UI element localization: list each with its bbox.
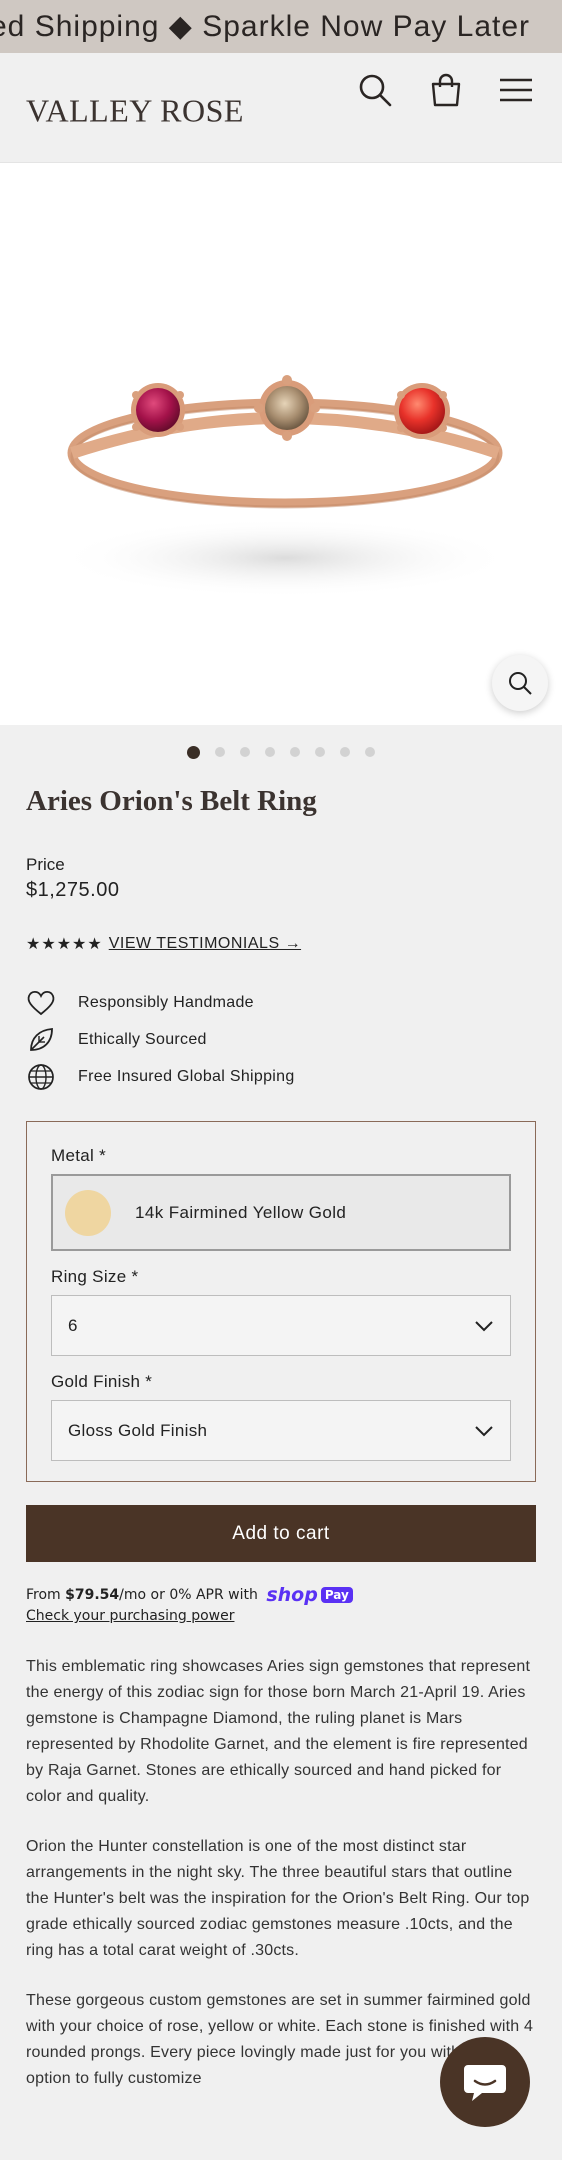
check-purchasing-power-link[interactable]: Check your purchasing power	[26, 1608, 536, 1624]
globe-icon	[26, 1062, 56, 1092]
announcement-text: ed Shipping ◆ Sparkle Now Pay Later	[0, 10, 531, 43]
logo[interactable]: VALLEY ROSE	[26, 93, 244, 130]
metal-value: 14k Fairmined Yellow Gold	[135, 1202, 347, 1222]
feature-label: Free Insured Global Shipping	[78, 1067, 295, 1085]
product-title: Aries Orion's Belt Ring	[26, 785, 317, 817]
chat-button[interactable]	[440, 2037, 530, 2127]
chat-icon	[464, 2065, 506, 2101]
gallery-dot[interactable]	[215, 747, 225, 757]
gold-finish-label: Gold Finish *	[51, 1372, 153, 1391]
shoppay-amount: $79.54	[65, 1587, 120, 1603]
search-icon[interactable]	[357, 72, 393, 108]
leaf-icon	[26, 1025, 56, 1055]
metal-selector[interactable]: 14k Fairmined Yellow Gold	[51, 1174, 511, 1251]
feature-item: Free Insured Global Shipping	[26, 1058, 536, 1095]
feature-label: Responsibly Handmade	[78, 993, 254, 1011]
ring-size-label: Ring Size *	[51, 1267, 139, 1286]
shoppay-suffix: /mo or 0% APR with	[119, 1587, 258, 1603]
product-options: Metal * 14k Fairmined Yellow Gold Ring S…	[26, 1121, 536, 1482]
shoppay-installments: From $79.54/mo or 0% APR with shop Pay	[26, 1584, 536, 1606]
shoppay-brand: shop	[266, 1584, 318, 1606]
product-price: $1,275.00	[26, 879, 120, 901]
ring-size-select[interactable]: 6	[51, 1295, 511, 1356]
shoppay-prefix: From	[26, 1587, 66, 1603]
gallery-pagination	[0, 725, 562, 779]
testimonials-link[interactable]: VIEW TESTIMONIALS →	[109, 935, 301, 953]
star-rating: ★★★★★	[26, 936, 103, 953]
price-label: Price	[26, 855, 65, 874]
site-header: VALLEY ROSE	[0, 53, 562, 163]
description-paragraph: This emblematic ring showcases Aries sig…	[26, 1658, 531, 1805]
gallery-dot[interactable]	[315, 747, 325, 757]
cart-icon[interactable]	[428, 72, 464, 108]
ring-size-value: 6	[68, 1315, 78, 1335]
magnifier-icon	[509, 672, 532, 695]
metal-swatch	[65, 1189, 111, 1236]
rating-row: ★★★★★ VIEW TESTIMONIALS →	[26, 934, 536, 954]
zoom-button[interactable]	[492, 655, 548, 711]
product-image-gallery[interactable]	[0, 163, 562, 725]
add-to-cart-button[interactable]: Add to cart	[26, 1505, 536, 1562]
shoppay-brand-pay: Pay	[320, 1587, 353, 1603]
feature-list: Responsibly Handmade Ethically Sourced F…	[26, 984, 536, 1095]
gallery-dot[interactable]	[365, 747, 375, 757]
gallery-dot[interactable]	[265, 747, 275, 757]
product-description: This emblematic ring showcases Aries sig…	[26, 1654, 536, 2092]
gold-finish-value: Gloss Gold Finish	[68, 1420, 208, 1440]
chevron-down-icon	[475, 1425, 493, 1436]
heart-icon	[26, 988, 56, 1018]
menu-icon[interactable]	[498, 72, 534, 108]
gallery-dot[interactable]	[290, 747, 300, 757]
shoppay-logo: shop Pay	[266, 1584, 353, 1606]
announcement-bar: ed Shipping ◆ Sparkle Now Pay Later	[0, 0, 562, 53]
feature-item: Responsibly Handmade	[26, 984, 536, 1021]
metal-label: Metal *	[51, 1146, 107, 1165]
chevron-down-icon	[475, 1320, 493, 1331]
gallery-dot[interactable]	[240, 747, 250, 757]
gold-finish-select[interactable]: Gloss Gold Finish	[51, 1400, 511, 1461]
product-image	[55, 375, 515, 598]
feature-label: Ethically Sourced	[78, 1030, 207, 1048]
description-paragraph: Orion the Hunter constellation is one of…	[26, 1838, 530, 1959]
feature-item: Ethically Sourced	[26, 1021, 536, 1058]
gallery-dot[interactable]	[340, 747, 350, 757]
gallery-dot[interactable]	[187, 745, 200, 759]
